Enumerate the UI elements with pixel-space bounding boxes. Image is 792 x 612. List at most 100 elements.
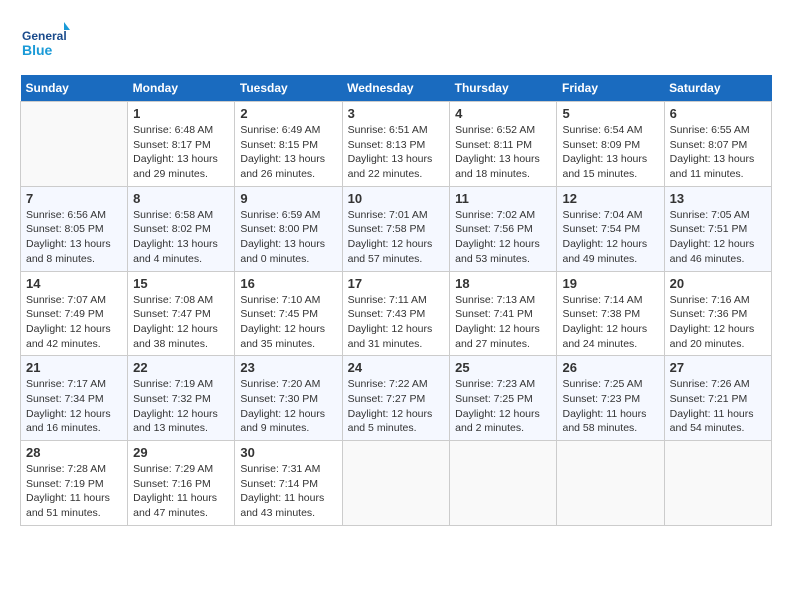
day-info: Sunrise: 6:51 AM Sunset: 8:13 PM Dayligh… bbox=[348, 123, 445, 182]
day-number: 17 bbox=[348, 276, 445, 291]
day-cell: 5 Sunrise: 6:54 AM Sunset: 8:09 PM Daylig… bbox=[557, 102, 664, 187]
day-cell: 27 Sunrise: 7:26 AM Sunset: 7:21 PM Dayli… bbox=[664, 356, 771, 441]
day-info: Sunrise: 6:55 AM Sunset: 8:07 PM Dayligh… bbox=[670, 123, 766, 182]
day-number: 10 bbox=[348, 191, 445, 206]
day-cell: 21Sunrise: 7:17 AM Sunset: 7:34 PM Dayli… bbox=[21, 356, 128, 441]
day-number: 11 bbox=[455, 191, 551, 206]
day-cell: 17 Sunrise: 7:11 AM Sunset: 7:43 PM Dayli… bbox=[342, 271, 450, 356]
day-info: Sunrise: 7:13 AM Sunset: 7:41 PM Dayligh… bbox=[455, 293, 551, 352]
day-number: 8 bbox=[133, 191, 229, 206]
day-cell: 8 Sunrise: 6:58 AM Sunset: 8:02 PM Daylig… bbox=[128, 186, 235, 271]
svg-text:General: General bbox=[22, 29, 67, 43]
day-cell: 24 Sunrise: 7:22 AM Sunset: 7:27 PM Dayli… bbox=[342, 356, 450, 441]
day-cell: 18 Sunrise: 7:13 AM Sunset: 7:41 PM Dayli… bbox=[450, 271, 557, 356]
day-number: 5 bbox=[562, 106, 658, 121]
day-cell bbox=[21, 102, 128, 187]
week-row-5: 28Sunrise: 7:28 AM Sunset: 7:19 PM Dayli… bbox=[21, 441, 772, 526]
day-number: 2 bbox=[240, 106, 336, 121]
header-friday: Friday bbox=[557, 75, 664, 102]
day-info: Sunrise: 6:54 AM Sunset: 8:09 PM Dayligh… bbox=[562, 123, 658, 182]
day-number: 15 bbox=[133, 276, 229, 291]
day-info: Sunrise: 7:01 AM Sunset: 7:58 PM Dayligh… bbox=[348, 208, 445, 267]
week-row-2: 7 Sunrise: 6:56 AM Sunset: 8:05 PM Daylig… bbox=[21, 186, 772, 271]
day-cell: 12 Sunrise: 7:04 AM Sunset: 7:54 PM Dayli… bbox=[557, 186, 664, 271]
day-info: Sunrise: 6:56 AM Sunset: 8:05 PM Dayligh… bbox=[26, 208, 122, 267]
day-cell: 4 Sunrise: 6:52 AM Sunset: 8:11 PM Daylig… bbox=[450, 102, 557, 187]
day-number: 27 bbox=[670, 360, 766, 375]
header-sunday: Sunday bbox=[21, 75, 128, 102]
day-number: 9 bbox=[240, 191, 336, 206]
day-cell bbox=[342, 441, 450, 526]
day-number: 30 bbox=[240, 445, 336, 460]
day-cell: 28Sunrise: 7:28 AM Sunset: 7:19 PM Dayli… bbox=[21, 441, 128, 526]
day-info: Sunrise: 7:22 AM Sunset: 7:27 PM Dayligh… bbox=[348, 377, 445, 436]
day-cell: 19 Sunrise: 7:14 AM Sunset: 7:38 PM Dayli… bbox=[557, 271, 664, 356]
day-number: 4 bbox=[455, 106, 551, 121]
day-number: 7 bbox=[26, 191, 122, 206]
day-info: Sunrise: 7:16 AM Sunset: 7:36 PM Dayligh… bbox=[670, 293, 766, 352]
header-monday: Monday bbox=[128, 75, 235, 102]
day-cell bbox=[450, 441, 557, 526]
day-number: 25 bbox=[455, 360, 551, 375]
day-number: 20 bbox=[670, 276, 766, 291]
svg-text:Blue: Blue bbox=[22, 42, 53, 58]
day-info: Sunrise: 7:05 AM Sunset: 7:51 PM Dayligh… bbox=[670, 208, 766, 267]
day-number: 19 bbox=[562, 276, 658, 291]
day-number: 23 bbox=[240, 360, 336, 375]
day-info: Sunrise: 6:58 AM Sunset: 8:02 PM Dayligh… bbox=[133, 208, 229, 267]
day-info: Sunrise: 7:07 AM Sunset: 7:49 PM Dayligh… bbox=[26, 293, 122, 352]
day-number: 6 bbox=[670, 106, 766, 121]
day-cell: 16Sunrise: 7:10 AM Sunset: 7:45 PM Dayli… bbox=[235, 271, 342, 356]
week-row-1: 1 Sunrise: 6:48 AM Sunset: 8:17 PM Daylig… bbox=[21, 102, 772, 187]
day-number: 3 bbox=[348, 106, 445, 121]
day-number: 16 bbox=[240, 276, 336, 291]
week-row-3: 14 Sunrise: 7:07 AM Sunset: 7:49 PM Dayli… bbox=[21, 271, 772, 356]
day-cell: 23 Sunrise: 7:20 AM Sunset: 7:30 PM Dayli… bbox=[235, 356, 342, 441]
day-number: 24 bbox=[348, 360, 445, 375]
day-cell: 14 Sunrise: 7:07 AM Sunset: 7:49 PM Dayli… bbox=[21, 271, 128, 356]
day-cell: 26 Sunrise: 7:25 AM Sunset: 7:23 PM Dayli… bbox=[557, 356, 664, 441]
calendar-table: SundayMondayTuesdayWednesdayThursdayFrid… bbox=[20, 75, 772, 526]
day-info: Sunrise: 7:20 AM Sunset: 7:30 PM Dayligh… bbox=[240, 377, 336, 436]
day-cell: 1 Sunrise: 6:48 AM Sunset: 8:17 PM Daylig… bbox=[128, 102, 235, 187]
day-cell: 20 Sunrise: 7:16 AM Sunset: 7:36 PM Dayli… bbox=[664, 271, 771, 356]
day-info: Sunrise: 7:25 AM Sunset: 7:23 PM Dayligh… bbox=[562, 377, 658, 436]
day-cell: 2 Sunrise: 6:49 AM Sunset: 8:15 PM Daylig… bbox=[235, 102, 342, 187]
logo: General Blue bbox=[20, 20, 70, 65]
day-info: Sunrise: 7:11 AM Sunset: 7:43 PM Dayligh… bbox=[348, 293, 445, 352]
day-info: Sunrise: 6:48 AM Sunset: 8:17 PM Dayligh… bbox=[133, 123, 229, 182]
day-info: Sunrise: 7:04 AM Sunset: 7:54 PM Dayligh… bbox=[562, 208, 658, 267]
day-number: 1 bbox=[133, 106, 229, 121]
day-info: Sunrise: 6:49 AM Sunset: 8:15 PM Dayligh… bbox=[240, 123, 336, 182]
day-info: Sunrise: 6:52 AM Sunset: 8:11 PM Dayligh… bbox=[455, 123, 551, 182]
day-info: Sunrise: 7:28 AM Sunset: 7:19 PM Dayligh… bbox=[26, 462, 122, 521]
day-info: Sunrise: 7:26 AM Sunset: 7:21 PM Dayligh… bbox=[670, 377, 766, 436]
week-row-4: 21Sunrise: 7:17 AM Sunset: 7:34 PM Dayli… bbox=[21, 356, 772, 441]
day-info: Sunrise: 7:19 AM Sunset: 7:32 PM Dayligh… bbox=[133, 377, 229, 436]
day-info: Sunrise: 7:29 AM Sunset: 7:16 PM Dayligh… bbox=[133, 462, 229, 521]
day-cell: 30 Sunrise: 7:31 AM Sunset: 7:14 PM Dayli… bbox=[235, 441, 342, 526]
day-cell: 11 Sunrise: 7:02 AM Sunset: 7:56 PM Dayli… bbox=[450, 186, 557, 271]
header-tuesday: Tuesday bbox=[235, 75, 342, 102]
day-cell: 3 Sunrise: 6:51 AM Sunset: 8:13 PM Daylig… bbox=[342, 102, 450, 187]
day-number: 12 bbox=[562, 191, 658, 206]
day-number: 18 bbox=[455, 276, 551, 291]
day-cell: 7 Sunrise: 6:56 AM Sunset: 8:05 PM Daylig… bbox=[21, 186, 128, 271]
day-number: 21 bbox=[26, 360, 122, 375]
day-cell: 15 Sunrise: 7:08 AM Sunset: 7:47 PM Dayli… bbox=[128, 271, 235, 356]
day-number: 14 bbox=[26, 276, 122, 291]
day-cell: 29Sunrise: 7:29 AM Sunset: 7:16 PM Dayli… bbox=[128, 441, 235, 526]
calendar-header-row: SundayMondayTuesdayWednesdayThursdayFrid… bbox=[21, 75, 772, 102]
day-cell bbox=[664, 441, 771, 526]
day-info: Sunrise: 7:02 AM Sunset: 7:56 PM Dayligh… bbox=[455, 208, 551, 267]
header-wednesday: Wednesday bbox=[342, 75, 450, 102]
day-number: 13 bbox=[670, 191, 766, 206]
page-header: General Blue bbox=[20, 20, 772, 65]
day-number: 26 bbox=[562, 360, 658, 375]
day-info: Sunrise: 7:14 AM Sunset: 7:38 PM Dayligh… bbox=[562, 293, 658, 352]
day-info: Sunrise: 6:59 AM Sunset: 8:00 PM Dayligh… bbox=[240, 208, 336, 267]
day-info: Sunrise: 7:31 AM Sunset: 7:14 PM Dayligh… bbox=[240, 462, 336, 521]
day-info: Sunrise: 7:08 AM Sunset: 7:47 PM Dayligh… bbox=[133, 293, 229, 352]
day-cell: 22Sunrise: 7:19 AM Sunset: 7:32 PM Dayli… bbox=[128, 356, 235, 441]
day-info: Sunrise: 7:23 AM Sunset: 7:25 PM Dayligh… bbox=[455, 377, 551, 436]
